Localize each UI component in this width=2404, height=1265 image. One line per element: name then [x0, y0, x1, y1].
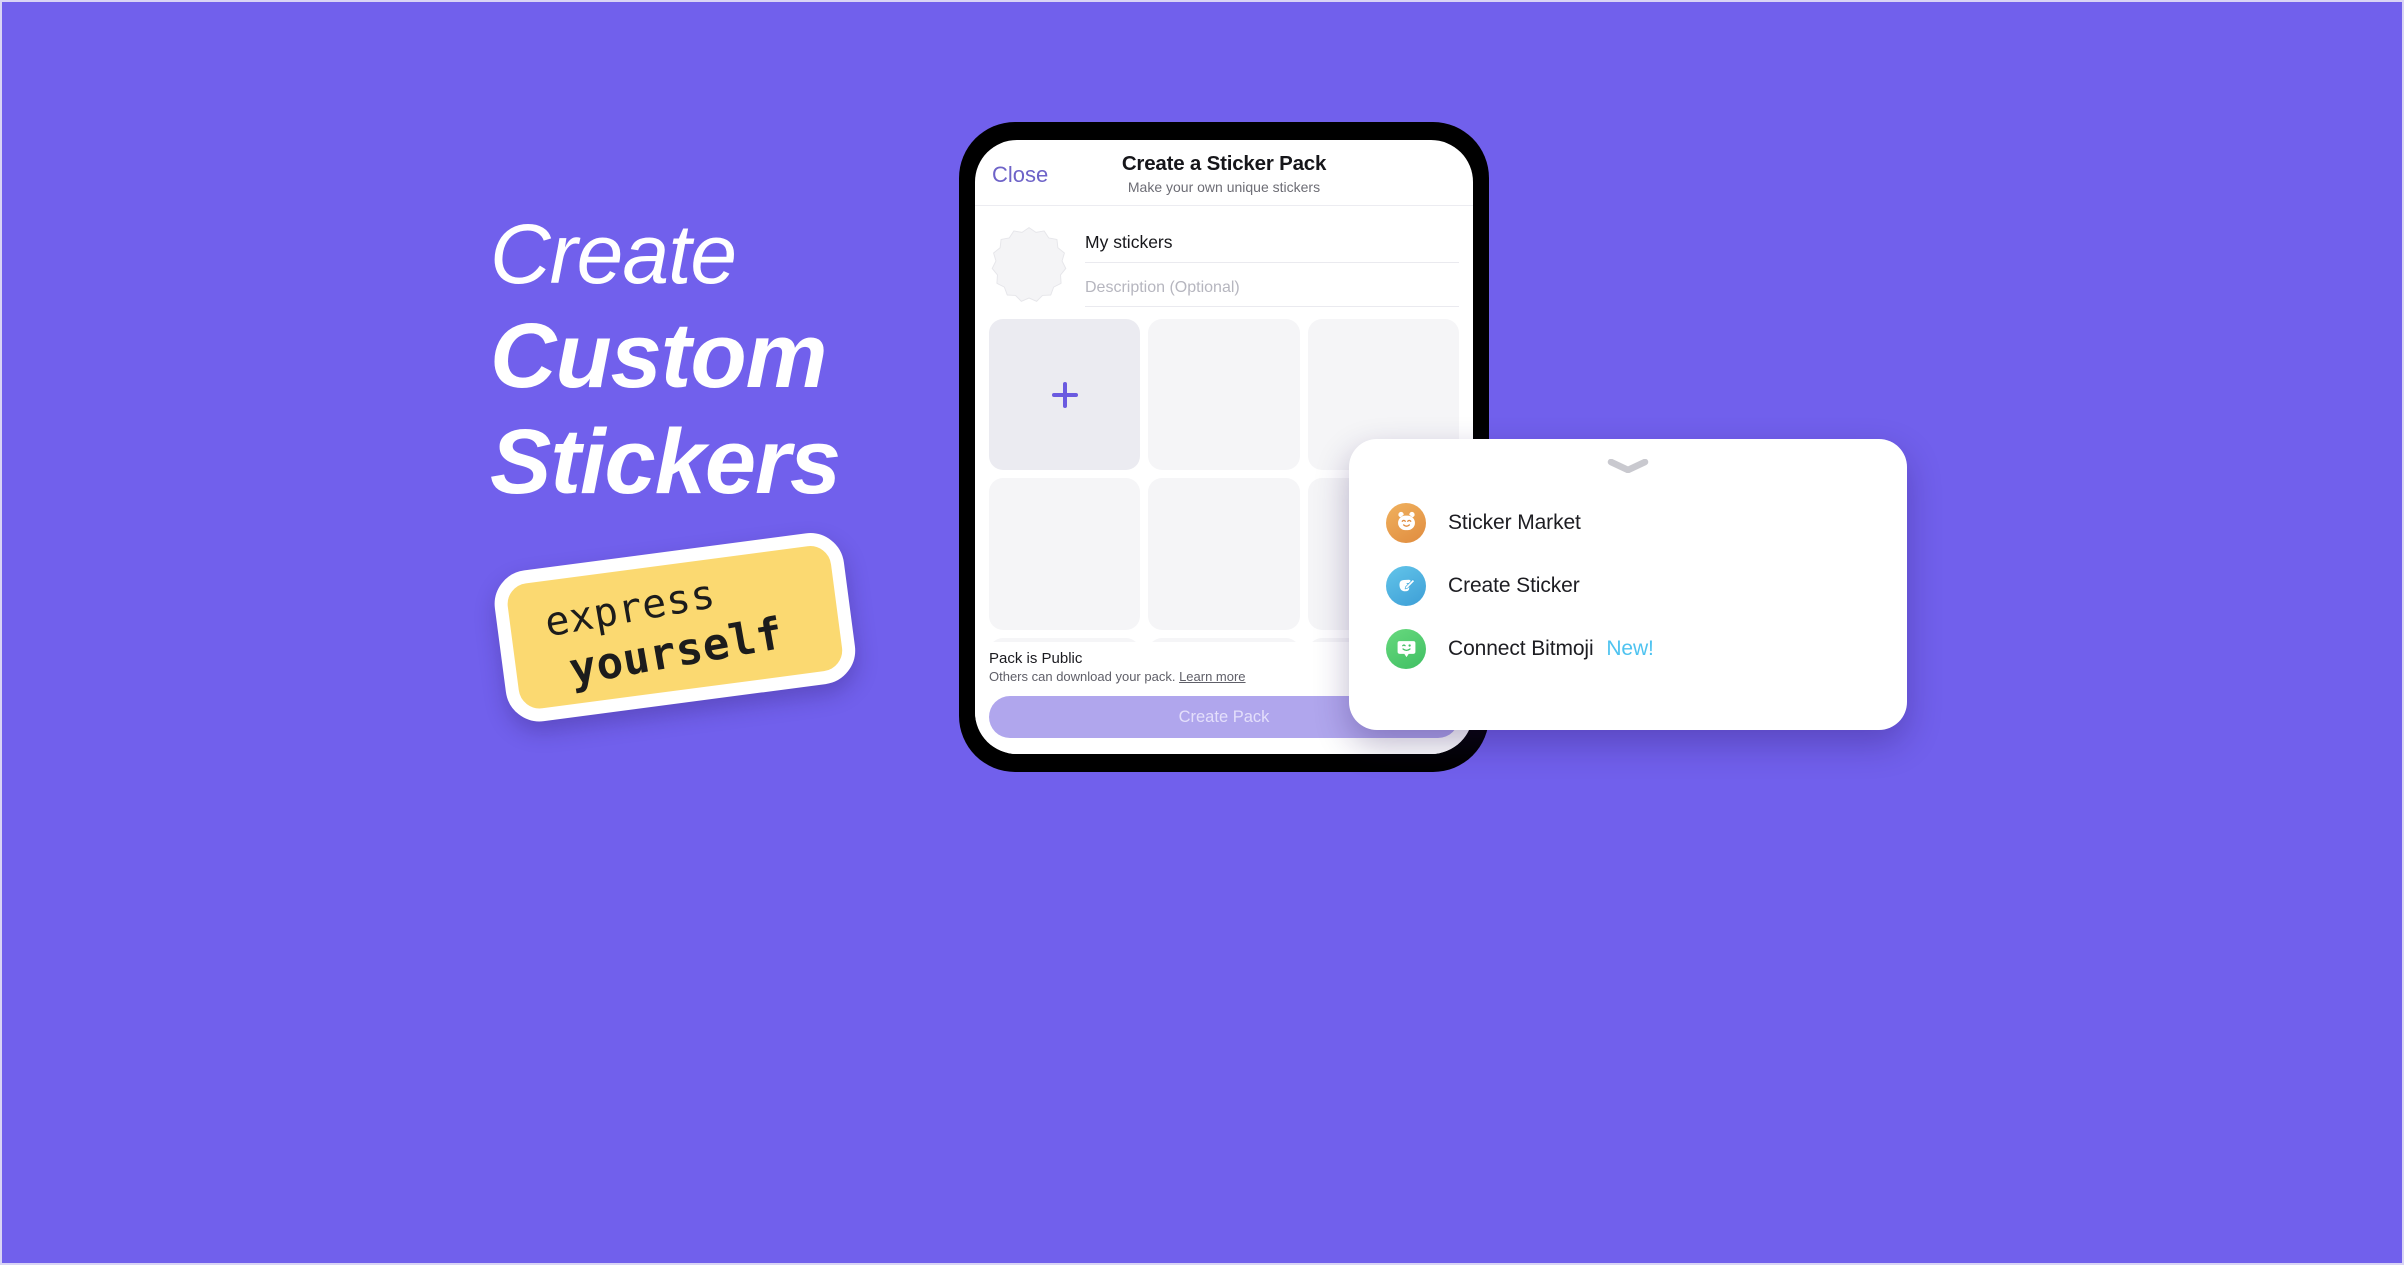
menu-item-text: Sticker Market	[1448, 510, 1581, 534]
app-header: Close Create a Sticker Pack Make your ow…	[975, 140, 1473, 206]
chevron-down-icon[interactable]	[1607, 458, 1649, 474]
express-yourself-sticker: express yourself	[490, 527, 879, 744]
pack-meta-section: My stickers Description (Optional)	[975, 206, 1473, 319]
pack-description-placeholder: Description (Optional)	[1085, 279, 1240, 296]
sticker-cell-empty	[989, 478, 1141, 630]
bear-face-icon	[1386, 502, 1426, 543]
hand-pen-icon	[1386, 565, 1426, 606]
pack-name-field[interactable]: My stickers	[1085, 226, 1459, 263]
menu-item-label: Connect Bitmoji New!	[1448, 637, 1654, 661]
header-title-block: Create a Sticker Pack Make your own uniq…	[975, 150, 1473, 195]
menu-item-sticker-market[interactable]: Sticker Market	[1349, 491, 1907, 554]
plus-icon	[1051, 381, 1078, 408]
add-sticker-cell[interactable]	[989, 319, 1141, 471]
menu-item-list: Sticker Market Create Sticker Connect Bi…	[1349, 491, 1907, 680]
menu-item-text: Connect Bitmoji	[1448, 636, 1594, 660]
pack-public-text: Pack is Public Others can download your …	[989, 650, 1246, 684]
pack-public-label: Pack is Public	[989, 650, 1083, 667]
close-button[interactable]: Close	[992, 162, 1048, 188]
menu-item-new-badge: New!	[1606, 636, 1654, 660]
menu-item-text: Create Sticker	[1448, 573, 1580, 597]
menu-item-label: Sticker Market	[1448, 511, 1581, 535]
pack-public-subtext: Others can download your pack. Learn mor…	[989, 669, 1246, 684]
sticker-text: express yourself	[503, 537, 846, 718]
sticker-cell-empty	[1148, 319, 1300, 471]
pack-avatar-placeholder[interactable]	[989, 226, 1069, 306]
pack-public-sub-sentence: Others can download your pack.	[989, 669, 1176, 684]
pack-name-value: My stickers	[1085, 232, 1173, 252]
sticker-cell-empty	[1148, 478, 1300, 630]
menu-item-create-sticker[interactable]: Create Sticker	[1349, 554, 1907, 617]
page-subtitle: Make your own unique stickers	[1127, 179, 1321, 195]
menu-item-label: Create Sticker	[1448, 574, 1580, 598]
pack-fields: My stickers Description (Optional)	[1085, 222, 1459, 307]
page-title: Create a Sticker Pack	[1121, 152, 1327, 175]
sticker-body: express yourself	[490, 528, 860, 726]
sticker-action-menu: Sticker Market Create Sticker Connect Bi…	[1349, 439, 1907, 730]
learn-more-link[interactable]: Learn more	[1179, 669, 1245, 684]
promo-canvas: Create Custom Stickers express yourself …	[2, 2, 2402, 1263]
pack-description-field[interactable]: Description (Optional)	[1085, 273, 1459, 307]
bitmoji-bubble-icon	[1386, 628, 1426, 669]
menu-item-connect-bitmoji[interactable]: Connect Bitmoji New!	[1349, 617, 1907, 680]
